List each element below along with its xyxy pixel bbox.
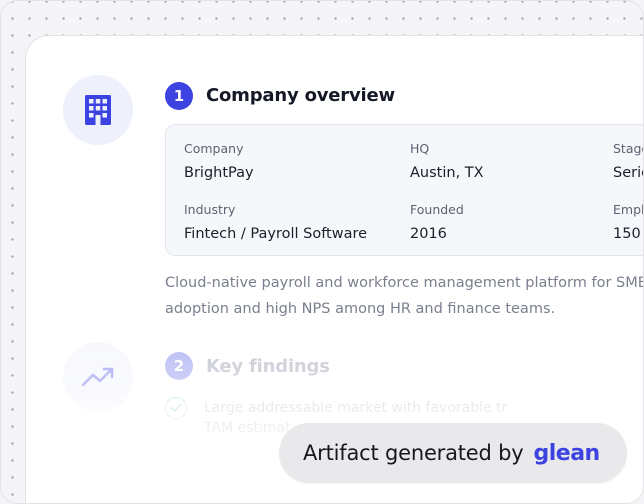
field-label: Company xyxy=(184,141,244,156)
field-stage: Stage Serie xyxy=(613,141,643,181)
dotted-background-frame: 1 Company overview Company BrightPay HQ … xyxy=(0,0,644,504)
field-employees: Emplo 150 xyxy=(613,202,643,242)
glean-logo: glean xyxy=(533,440,600,466)
field-value: Fintech / Payroll Software xyxy=(184,226,368,242)
finding-line: Large addressable market with favorable … xyxy=(204,400,508,416)
field-value: BrightPay xyxy=(184,165,254,181)
section-icon-badge xyxy=(63,75,133,145)
field-label: HQ xyxy=(410,141,430,156)
step-number-2: 2 xyxy=(165,352,193,380)
section-icon-badge xyxy=(63,342,133,412)
field-value: 150 xyxy=(613,226,641,242)
trending-up-icon xyxy=(81,367,114,387)
artifact-generated-badge[interactable]: Artifact generated by glean xyxy=(279,423,627,483)
field-company: Company BrightPay xyxy=(184,141,254,181)
check-circle-icon xyxy=(165,397,187,419)
field-hq: HQ Austin, TX xyxy=(410,141,484,181)
company-info-box: Company BrightPay HQ Austin, TX Stage Se… xyxy=(165,124,643,256)
field-value: 2016 xyxy=(410,226,447,242)
field-label: Industry xyxy=(184,202,236,217)
description-line: adoption and high NPS among HR and finan… xyxy=(165,301,556,317)
field-industry: Industry Fintech / Payroll Software xyxy=(184,202,367,242)
field-value: Serie xyxy=(613,165,643,181)
step-number-1: 1 xyxy=(165,82,193,110)
company-description: Cloud-native payroll and workforce manag… xyxy=(165,270,644,322)
field-value: Austin, TX xyxy=(410,165,484,181)
field-label: Stage xyxy=(613,141,643,156)
building-icon xyxy=(85,95,111,125)
section-title-key-findings: Key findings xyxy=(206,356,330,377)
badge-text: Artifact generated by xyxy=(303,441,524,465)
section-title-company-overview: Company overview xyxy=(206,85,395,106)
field-label: Emplo xyxy=(613,202,643,217)
field-founded: Founded 2016 xyxy=(410,202,464,242)
description-line: Cloud-native payroll and workforce manag… xyxy=(165,275,644,291)
field-label: Founded xyxy=(410,202,464,217)
